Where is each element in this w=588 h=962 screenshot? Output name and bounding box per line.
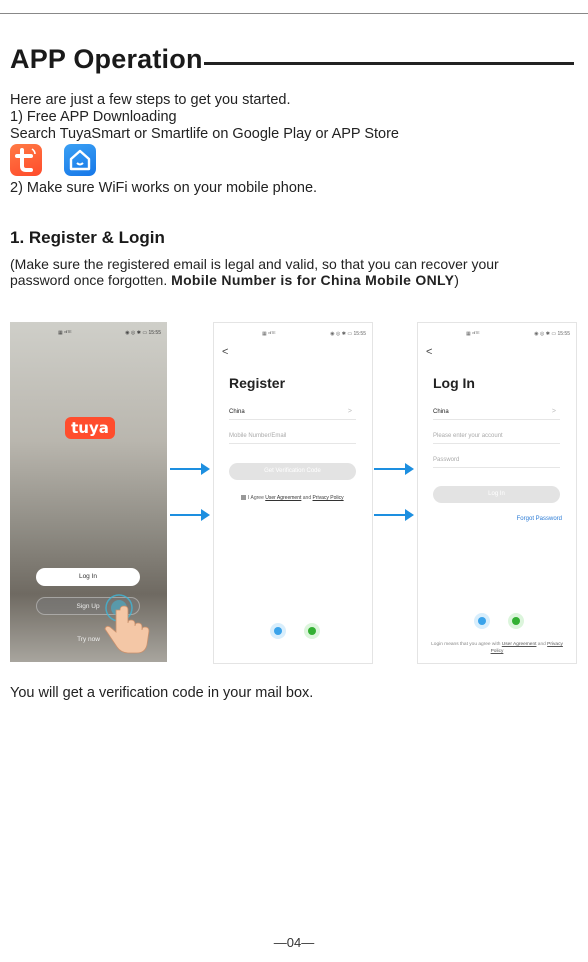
note-bold: Mobile Number is for China Mobile ONLY bbox=[171, 272, 455, 288]
status-right: ◉ ◎ ✱ ▭ 15:55 bbox=[330, 331, 366, 337]
get-code-button[interactable]: Get Verification Code bbox=[229, 463, 356, 480]
title-underline bbox=[204, 62, 574, 65]
page-number: —04— bbox=[273, 935, 315, 950]
privacy-policy-link[interactable]: Privacy Policy bbox=[313, 495, 344, 501]
login-screen: ▦ ᵛᴵˡᵀᴱ ◉ ◎ ✱ ▭ 15:55 < Log In China > Pl… bbox=[417, 322, 577, 664]
social-login bbox=[270, 623, 320, 639]
account-input[interactable]: Mobile Number/Email bbox=[229, 429, 356, 444]
intro-line: Search TuyaSmart or Smartlife on Google … bbox=[10, 126, 400, 142]
country-value: China bbox=[433, 409, 449, 415]
country-select[interactable]: China > bbox=[433, 405, 560, 420]
tuya-smart-app-icon bbox=[10, 144, 42, 176]
password-input[interactable]: Password bbox=[433, 453, 560, 468]
tap-hand-icon bbox=[104, 594, 150, 654]
arrow-right-icon bbox=[170, 463, 210, 475]
country-select[interactable]: China > bbox=[229, 405, 356, 420]
social-login bbox=[474, 613, 524, 629]
register-screen: ▦ ᵛᴵˡᵀᴱ ◉ ◎ ✱ ▭ 15:55 < Register China > … bbox=[213, 322, 373, 664]
smart-life-app-icon bbox=[64, 144, 96, 176]
account-input[interactable]: Please enter your account bbox=[433, 429, 560, 444]
login-submit-button[interactable]: Log In bbox=[433, 486, 560, 503]
arrow-right-icon bbox=[374, 509, 414, 521]
register-title: Register bbox=[229, 375, 286, 391]
note-end: ) bbox=[454, 272, 459, 288]
verification-note: You will get a verification code in your… bbox=[10, 685, 314, 701]
status-left: ▦ ᵛᴵˡᵀᴱ bbox=[58, 330, 72, 336]
welcome-screen: ▦ ᵛᴵˡᵀᴱ ◉ ◎ ✱ ▭ 15:55 tuya Log In Sign U… bbox=[10, 322, 167, 662]
agree-prefix: I Agree bbox=[248, 495, 266, 501]
chevron-right-icon: > bbox=[347, 408, 352, 415]
intro-text: Here are just a few steps to get you sta… bbox=[10, 92, 399, 143]
top-rule bbox=[0, 13, 588, 14]
qq-icon[interactable] bbox=[474, 613, 490, 629]
login-button[interactable]: Log In bbox=[36, 568, 140, 586]
arrow-right-icon bbox=[170, 509, 210, 521]
section-heading: 1. Register & Login bbox=[10, 228, 165, 247]
status-left: ▦ ᵛᴵˡᵀᴱ bbox=[262, 331, 276, 337]
terms-note: Login means that you agree with User Agr… bbox=[428, 641, 566, 655]
terms-mid: and bbox=[536, 642, 548, 647]
back-icon[interactable]: < bbox=[426, 346, 432, 358]
user-agreement-link[interactable]: User Agreement bbox=[265, 495, 301, 501]
app-icons bbox=[10, 144, 96, 176]
intro-line: 1) Free APP Downloading bbox=[10, 109, 177, 125]
terms-prefix: Login means that you agree with bbox=[431, 642, 502, 647]
country-value: China bbox=[229, 409, 245, 415]
qq-icon[interactable] bbox=[270, 623, 286, 639]
step-two: 2) Make sure WiFi works on your mobile p… bbox=[10, 180, 318, 196]
checkbox-icon[interactable] bbox=[241, 495, 246, 501]
status-right: ◉ ◎ ✱ ▭ 15:55 bbox=[125, 330, 161, 336]
user-agreement-link[interactable]: User Agreement bbox=[502, 642, 537, 647]
status-right: ◉ ◎ ✱ ▭ 15:55 bbox=[534, 331, 570, 337]
chevron-right-icon: > bbox=[551, 408, 556, 415]
intro-line: Here are just a few steps to get you sta… bbox=[10, 92, 291, 108]
status-left: ▦ ᵛᴵˡᵀᴱ bbox=[466, 331, 480, 337]
back-icon[interactable]: < bbox=[222, 346, 228, 358]
arrow-right-icon bbox=[374, 463, 414, 475]
tuya-logo: tuya bbox=[65, 417, 115, 439]
page-title: APP Operation bbox=[10, 44, 203, 74]
wechat-icon[interactable] bbox=[508, 613, 524, 629]
note-text: (Make sure the registered email is legal… bbox=[10, 256, 510, 288]
wechat-icon[interactable] bbox=[304, 623, 320, 639]
agree-mid: and bbox=[301, 495, 313, 501]
agreement-line: I Agree User Agreement and Privacy Polic… bbox=[241, 495, 344, 501]
login-title: Log In bbox=[433, 375, 475, 391]
forgot-password-link[interactable]: Forgot Password bbox=[517, 516, 562, 522]
